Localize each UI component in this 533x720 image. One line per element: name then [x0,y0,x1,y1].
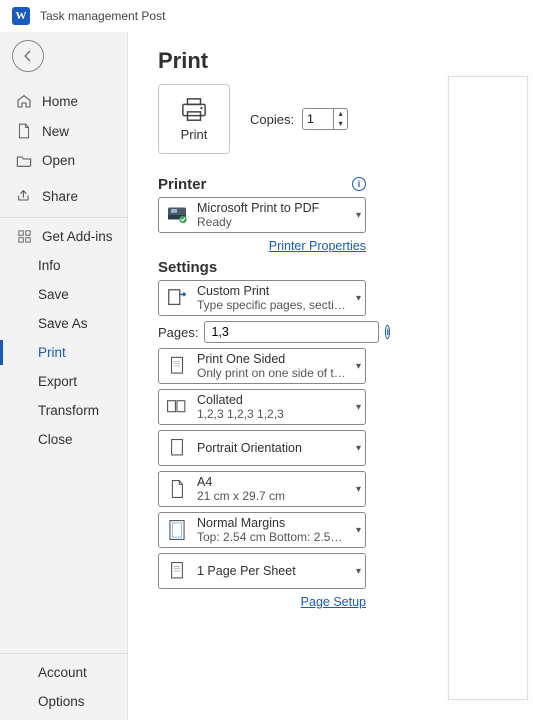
info-icon[interactable]: i [352,177,366,191]
pages-per-sheet-selector[interactable]: 1 Page Per Sheet ▾ [158,553,366,589]
chevron-down-icon: ▾ [356,210,361,221]
sidebar-item-label: Open [42,153,75,168]
title-bar: W Task management Post [0,0,533,32]
sidebar-item-info[interactable]: Info [0,251,127,280]
sidebar-item-share[interactable]: Share [0,181,127,211]
home-icon [16,93,32,109]
sidebar-item-addins[interactable]: Get Add-ins [0,222,127,251]
printer-icon [179,97,209,123]
sidebar-item-saveas[interactable]: Save As [0,309,127,338]
chevron-down-icon: ▾ [356,443,361,454]
copies-input[interactable] [303,112,333,126]
sidebar-item-export[interactable]: Export [0,367,127,396]
chevron-down-icon: ▾ [356,402,361,413]
collate-selector[interactable]: Collated1,2,3 1,2,3 1,2,3 ▾ [158,389,366,425]
arrow-left-icon [21,49,35,63]
backstage-sidebar: Home New Open Share Get Add-ins Info Sav… [0,32,128,720]
printer-selector[interactable]: Microsoft Print to PDF Ready ▾ [158,197,366,233]
new-doc-icon [16,123,32,139]
print-preview-page [448,76,528,700]
chevron-down-icon: ▾ [356,293,361,304]
paper-icon [165,477,189,501]
sidebar-item-save[interactable]: Save [0,280,127,309]
sidebar-item-label: New [42,124,69,139]
sidebar-item-options[interactable]: Options [0,687,127,716]
one-sided-icon [165,354,189,378]
printer-name: Microsoft Print to PDF [197,201,348,215]
sides-selector[interactable]: Print One SidedOnly print on one side of… [158,348,366,384]
print-range-selector[interactable]: Custom PrintType specific pages, section… [158,280,366,316]
printer-properties-link[interactable]: Printer Properties [269,239,366,253]
chevron-down-icon: ▾ [356,566,361,577]
chevron-down-icon: ▾ [356,361,361,372]
sidebar-item-new[interactable]: New [0,116,127,146]
orientation-selector[interactable]: Portrait Orientation ▾ [158,430,366,466]
printer-status: Ready [197,215,348,229]
page-setup-link[interactable]: Page Setup [301,595,366,609]
pages-input[interactable] [204,321,379,343]
word-app-icon: W [12,7,30,25]
info-icon[interactable]: i [385,325,390,339]
folder-open-icon [16,154,32,168]
pages-label: Pages: [158,325,198,340]
print-button[interactable]: Print [158,84,230,154]
sidebar-item-open[interactable]: Open [0,146,127,175]
sidebar-item-transform[interactable]: Transform [0,396,127,425]
sidebar-item-label: Share [42,189,78,204]
window-title: Task management Post [40,9,165,23]
share-icon [16,188,32,204]
sidebar-item-home[interactable]: Home [0,86,127,116]
copies-label: Copies: [250,112,294,127]
margins-selector[interactable]: Normal MarginsTop: 2.54 cm Bottom: 2.54 … [158,512,366,548]
chevron-down-icon[interactable]: ▾ [334,119,347,129]
page-per-sheet-icon [165,559,189,583]
sidebar-item-label: Get Add-ins [42,229,113,244]
chevron-down-icon: ▾ [356,525,361,536]
printer-device-icon [165,203,189,227]
addins-icon [16,229,32,244]
page-title: Print [158,48,525,74]
portrait-icon [165,436,189,460]
copies-spinner[interactable]: ▴ ▾ [333,109,347,129]
sidebar-item-print[interactable]: Print [0,338,127,367]
back-button[interactable] [12,40,44,72]
sidebar-item-label: Home [42,94,78,109]
paper-size-selector[interactable]: A421 cm x 29.7 cm ▾ [158,471,366,507]
collated-icon [165,395,189,419]
margins-icon [165,518,189,542]
chevron-up-icon[interactable]: ▴ [334,109,347,119]
page-range-icon [165,286,189,310]
chevron-down-icon: ▾ [356,484,361,495]
copies-field[interactable]: ▴ ▾ [302,108,348,130]
printer-heading: Printer [158,176,206,193]
sidebar-item-close[interactable]: Close [0,425,127,454]
sidebar-item-account[interactable]: Account [0,658,127,687]
